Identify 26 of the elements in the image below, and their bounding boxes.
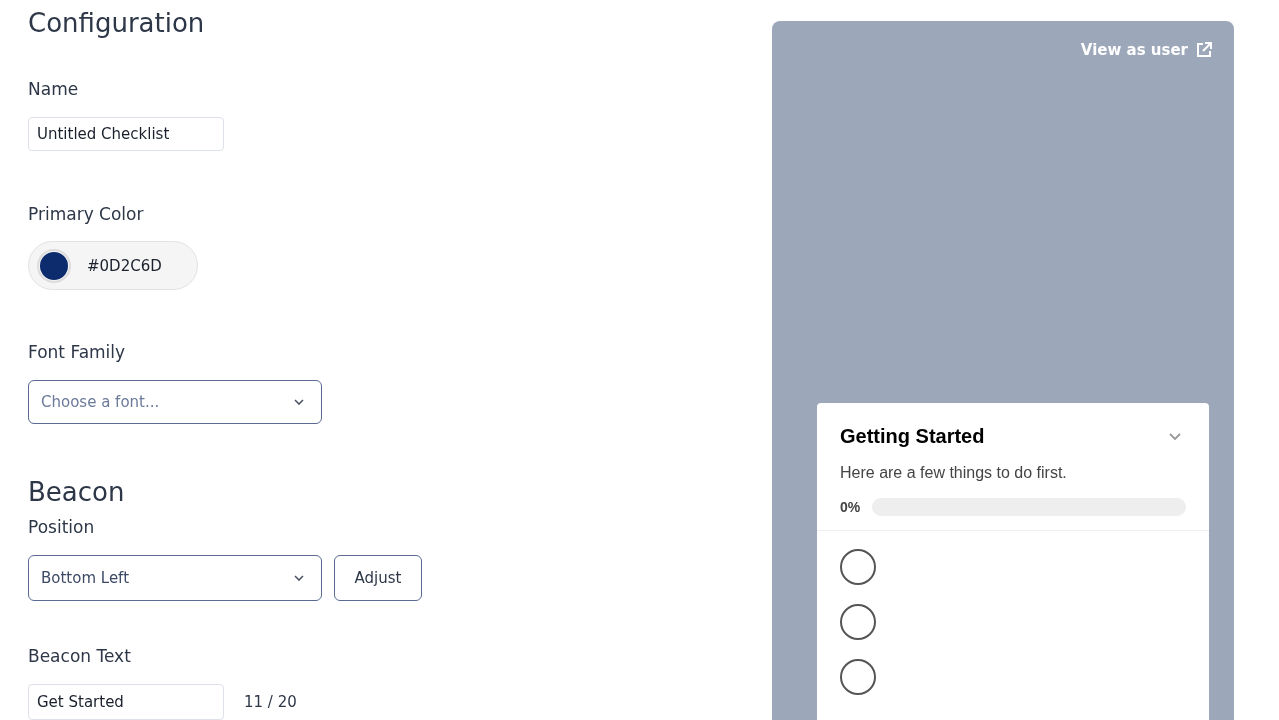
progress-percent: 0% bbox=[840, 499, 861, 515]
field-label: Font Family bbox=[28, 342, 126, 363]
checklist-title: Getting Started bbox=[840, 425, 985, 448]
external-link-icon bbox=[1196, 42, 1212, 58]
field-label: Name bbox=[28, 79, 79, 99]
field-label: Beacon Text bbox=[28, 646, 131, 666]
beacon-text-input[interactable]: Get Started bbox=[28, 684, 224, 720]
section-title: Configuration bbox=[28, 8, 205, 38]
name-input[interactable]: Untitled Checklist bbox=[28, 117, 224, 152]
field-label: Position bbox=[28, 517, 95, 537]
adjust-button[interactable]: Adjust bbox=[334, 555, 422, 601]
chevron-down-icon bbox=[294, 399, 304, 406]
chevron-down-icon bbox=[294, 575, 304, 581]
checklist-item-checkbox[interactable] bbox=[840, 604, 876, 640]
checklist-item-checkbox[interactable] bbox=[840, 549, 876, 585]
checklist-description: Here are a few things to do first. bbox=[839, 463, 1068, 482]
checklist-item-checkbox[interactable] bbox=[840, 659, 876, 695]
field-label: Primary Color bbox=[28, 204, 144, 225]
color-picker[interactable]: #0D2C6D bbox=[28, 241, 198, 291]
color-swatch[interactable] bbox=[40, 251, 68, 280]
chevron-down-icon[interactable] bbox=[1169, 432, 1181, 441]
font-select[interactable]: Choose a font... bbox=[28, 380, 322, 424]
position-select[interactable]: Bottom Left bbox=[28, 555, 322, 601]
color-value: #0D2C6D bbox=[87, 256, 162, 275]
section-title: Beacon bbox=[28, 477, 125, 507]
character-counter: 11 / 20 bbox=[244, 693, 297, 711]
